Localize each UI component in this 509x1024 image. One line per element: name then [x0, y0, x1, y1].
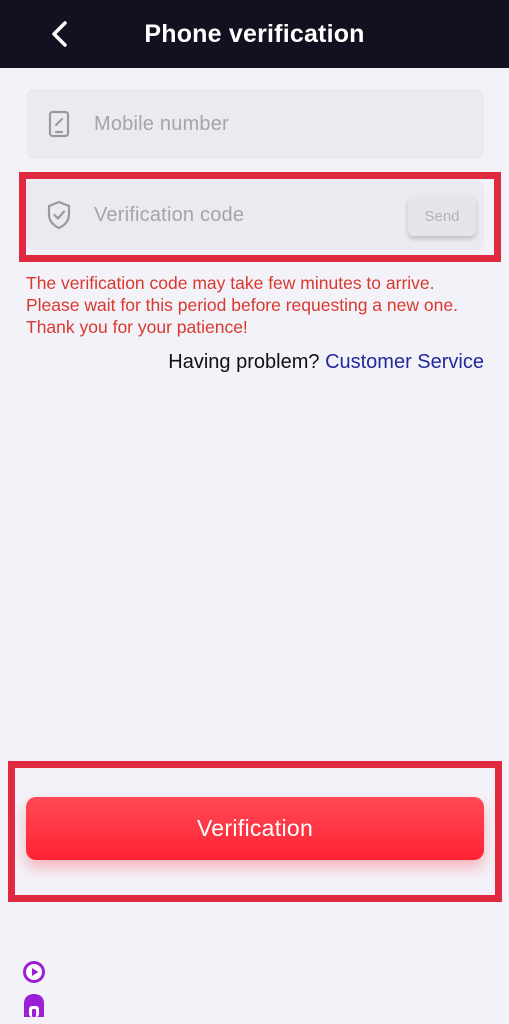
mobile-number-input[interactable]: Mobile number: [26, 89, 484, 159]
home-icon[interactable]: [22, 993, 46, 1017]
verification-code-placeholder: Verification code: [94, 203, 245, 226]
shield-check-icon: [44, 200, 74, 230]
verification-code-input[interactable]: Verification code Send: [26, 180, 484, 250]
back-button[interactable]: [40, 14, 80, 54]
help-line: Having problem? Customer Service: [168, 351, 484, 374]
help-question: Having problem?: [168, 351, 320, 373]
verification-button[interactable]: Verification: [26, 797, 484, 860]
customer-service-link[interactable]: Customer Service: [325, 351, 484, 373]
page-title: Phone verification: [144, 19, 365, 48]
notice-text: The verification code may take few minut…: [26, 273, 458, 337]
chevron-left-icon: [52, 21, 67, 47]
send-code-button[interactable]: Send: [408, 196, 476, 236]
mobile-number-placeholder: Mobile number: [94, 112, 229, 135]
phone-icon: [44, 109, 74, 139]
top-bar: Phone verification: [0, 0, 509, 68]
play-circle-icon[interactable]: [22, 960, 46, 984]
phone-verification-screen: Phone verification Mobile number Verific…: [0, 0, 509, 1024]
